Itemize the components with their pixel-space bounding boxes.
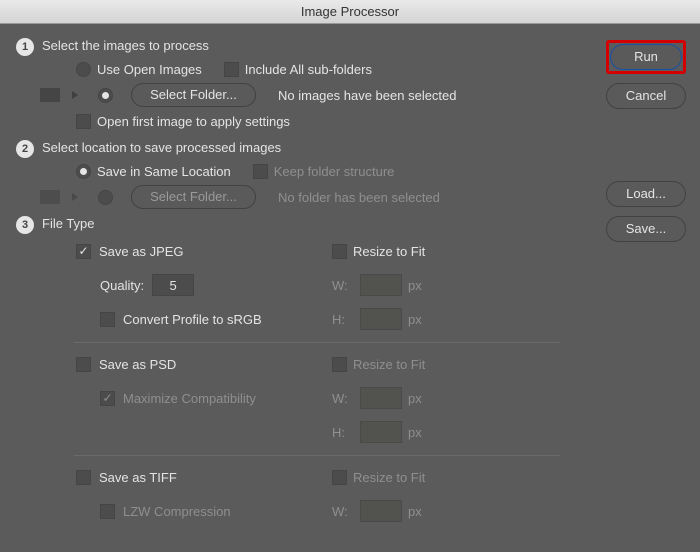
cancel-button[interactable]: Cancel — [606, 83, 686, 109]
jpeg-h-unit: px — [408, 312, 422, 327]
save-button[interactable]: Save... — [606, 216, 686, 242]
lzw-label: LZW Compression — [123, 504, 231, 519]
use-open-images-label: Use Open Images — [97, 62, 202, 77]
select-folder-radio-2[interactable] — [98, 190, 113, 205]
use-open-images-radio[interactable] — [76, 62, 91, 77]
tiff-w-input — [360, 500, 402, 522]
psd-h-label: H: — [332, 425, 354, 440]
convert-srgb-checkbox[interactable] — [100, 312, 115, 327]
folder-icon — [40, 88, 60, 102]
max-compat-checkbox — [100, 391, 115, 406]
quality-input[interactable] — [152, 274, 194, 296]
arrow-right-icon — [72, 91, 78, 99]
psd-w-label: W: — [332, 391, 354, 406]
lzw-checkbox — [100, 504, 115, 519]
tiff-resize-label: Resize to Fit — [353, 470, 425, 485]
jpeg-w-unit: px — [408, 278, 422, 293]
psd-w-unit: px — [408, 391, 422, 406]
step-1-heading: Select the images to process — [42, 38, 209, 53]
keep-structure-checkbox — [253, 164, 268, 179]
include-subfolders-checkbox[interactable] — [224, 62, 239, 77]
quality-label: Quality: — [100, 278, 144, 293]
keep-structure-label: Keep folder structure — [274, 164, 395, 179]
divider — [74, 455, 560, 456]
step-3-heading: File Type — [42, 216, 95, 231]
load-button[interactable]: Load... — [606, 181, 686, 207]
tiff-w-unit: px — [408, 504, 422, 519]
run-button[interactable]: Run — [610, 44, 682, 70]
window-title: Image Processor — [0, 0, 700, 24]
divider — [74, 342, 560, 343]
step-2-number: 2 — [16, 140, 34, 158]
psd-w-input — [360, 387, 402, 409]
psd-h-input — [360, 421, 402, 443]
max-compat-label: Maximize Compatibility — [123, 391, 256, 406]
select-folder-button-2: Select Folder... — [131, 185, 256, 209]
folder-status-1: No images have been selected — [278, 88, 457, 103]
psd-h-unit: px — [408, 425, 422, 440]
jpeg-h-input — [360, 308, 402, 330]
step-1-number: 1 — [16, 38, 34, 56]
run-highlight-box: Run — [606, 40, 686, 74]
save-psd-label: Save as PSD — [99, 357, 176, 372]
psd-resize-checkbox — [332, 357, 347, 372]
convert-srgb-label: Convert Profile to sRGB — [123, 312, 262, 327]
step-3-number: 3 — [16, 216, 34, 234]
save-tiff-label: Save as TIFF — [99, 470, 177, 485]
jpeg-h-label: H: — [332, 312, 354, 327]
select-folder-button-1[interactable]: Select Folder... — [131, 83, 256, 107]
save-tiff-checkbox[interactable] — [76, 470, 91, 485]
folder-icon — [40, 190, 60, 204]
step-2-heading: Select location to save processed images — [42, 140, 281, 155]
psd-resize-label: Resize to Fit — [353, 357, 425, 372]
jpeg-resize-checkbox[interactable] — [332, 244, 347, 259]
jpeg-w-input — [360, 274, 402, 296]
same-location-radio[interactable] — [76, 164, 91, 179]
same-location-label: Save in Same Location — [97, 164, 231, 179]
select-folder-radio[interactable] — [98, 88, 113, 103]
include-subfolders-label: Include All sub-folders — [245, 62, 372, 77]
save-jpeg-label: Save as JPEG — [99, 244, 184, 259]
jpeg-w-label: W: — [332, 278, 354, 293]
tiff-w-label: W: — [332, 504, 354, 519]
save-jpeg-checkbox[interactable] — [76, 244, 91, 259]
open-first-label: Open first image to apply settings — [97, 114, 290, 129]
jpeg-resize-label: Resize to Fit — [353, 244, 425, 259]
open-first-checkbox[interactable] — [76, 114, 91, 129]
folder-status-2: No folder has been selected — [278, 190, 440, 205]
tiff-resize-checkbox — [332, 470, 347, 485]
save-psd-checkbox[interactable] — [76, 357, 91, 372]
arrow-right-icon — [72, 193, 78, 201]
